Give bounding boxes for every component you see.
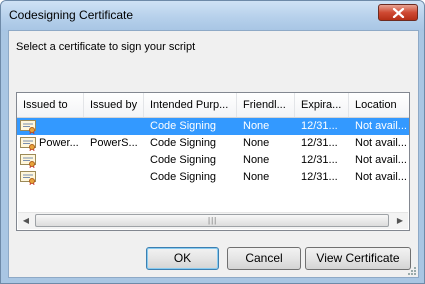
cell-intended-purpose: Code Signing [150, 120, 217, 132]
close-button[interactable] [378, 4, 418, 21]
scrollbar-thumb[interactable]: ||| [35, 214, 389, 227]
view-certificate-button[interactable]: View Certificate [305, 247, 411, 270]
cell-issued-to [39, 169, 83, 186]
cell-expiration: 12/31... [301, 137, 338, 149]
scroll-right-arrow-icon[interactable]: ▶ [392, 213, 408, 229]
instruction-text: Select a certificate to sign your script [16, 41, 196, 53]
cell-issued-by [90, 118, 144, 135]
window-title: Codesigning Certificate [9, 8, 134, 22]
certificate-icon [20, 154, 36, 168]
column-header-issued-to[interactable]: Issued to [17, 93, 84, 117]
column-header-expiration[interactable]: Expira... [295, 93, 349, 117]
list-header: Issued to Issued by Intended Purp... Fri… [17, 93, 409, 118]
table-row[interactable]: Power... PowerS... Code Signing None 12/… [17, 135, 409, 152]
close-x-icon [392, 8, 405, 18]
cell-friendly-name: None [243, 154, 270, 166]
ok-button[interactable]: OK [146, 247, 219, 270]
cell-issued-to: Power... [39, 137, 79, 149]
cell-issued-by [90, 152, 144, 169]
column-header-location[interactable]: Location [349, 93, 409, 117]
cell-expiration: 12/31... [301, 154, 338, 166]
cancel-button[interactable]: Cancel [227, 247, 301, 270]
certificate-list[interactable]: Issued to Issued by Intended Purp... Fri… [16, 92, 410, 231]
table-row[interactable]: Code Signing None 12/31... Not avail... [17, 152, 409, 169]
cell-expiration: 12/31... [301, 171, 338, 183]
column-header-intended-purpose[interactable]: Intended Purp... [144, 93, 237, 117]
cell-issued-to [39, 118, 83, 135]
cell-intended-purpose: Code Signing [150, 137, 217, 149]
dialog-content: Select a certificate to sign your script… [8, 30, 419, 278]
table-row[interactable]: Code Signing None 12/31... Not avail... [17, 169, 409, 186]
certificate-icon [20, 120, 36, 134]
column-header-issued-by[interactable]: Issued by [84, 93, 144, 117]
column-header-friendly-name[interactable]: Friendl... [237, 93, 295, 117]
horizontal-scrollbar[interactable]: ◀ ||| ▶ [18, 212, 408, 229]
scrollbar-grip-icon: ||| [208, 216, 218, 225]
cell-friendly-name: None [243, 137, 270, 149]
cell-issued-by [90, 169, 144, 186]
scroll-left-arrow-icon[interactable]: ◀ [18, 213, 34, 229]
cell-issued-by: PowerS... [90, 137, 138, 149]
cell-issued-to [39, 152, 83, 169]
table-row[interactable]: Code Signing None 12/31... Not avail... [17, 118, 409, 135]
cell-expiration: 12/31... [301, 120, 338, 132]
certificate-icon [20, 171, 36, 185]
codesigning-dialog: Codesigning Certificate Select a certifi… [0, 0, 425, 284]
certificate-icon [20, 137, 36, 151]
cell-location: Not avail... [355, 171, 407, 183]
cell-intended-purpose: Code Signing [150, 154, 217, 166]
cell-intended-purpose: Code Signing [150, 171, 217, 183]
cell-location: Not avail... [355, 154, 407, 166]
cell-location: Not avail... [355, 137, 407, 149]
cell-location: Not avail... [355, 120, 407, 132]
resize-grip-icon[interactable] [407, 266, 416, 275]
title-bar[interactable]: Codesigning Certificate [1, 1, 424, 31]
cell-friendly-name: None [243, 171, 270, 183]
cell-friendly-name: None [243, 120, 270, 132]
